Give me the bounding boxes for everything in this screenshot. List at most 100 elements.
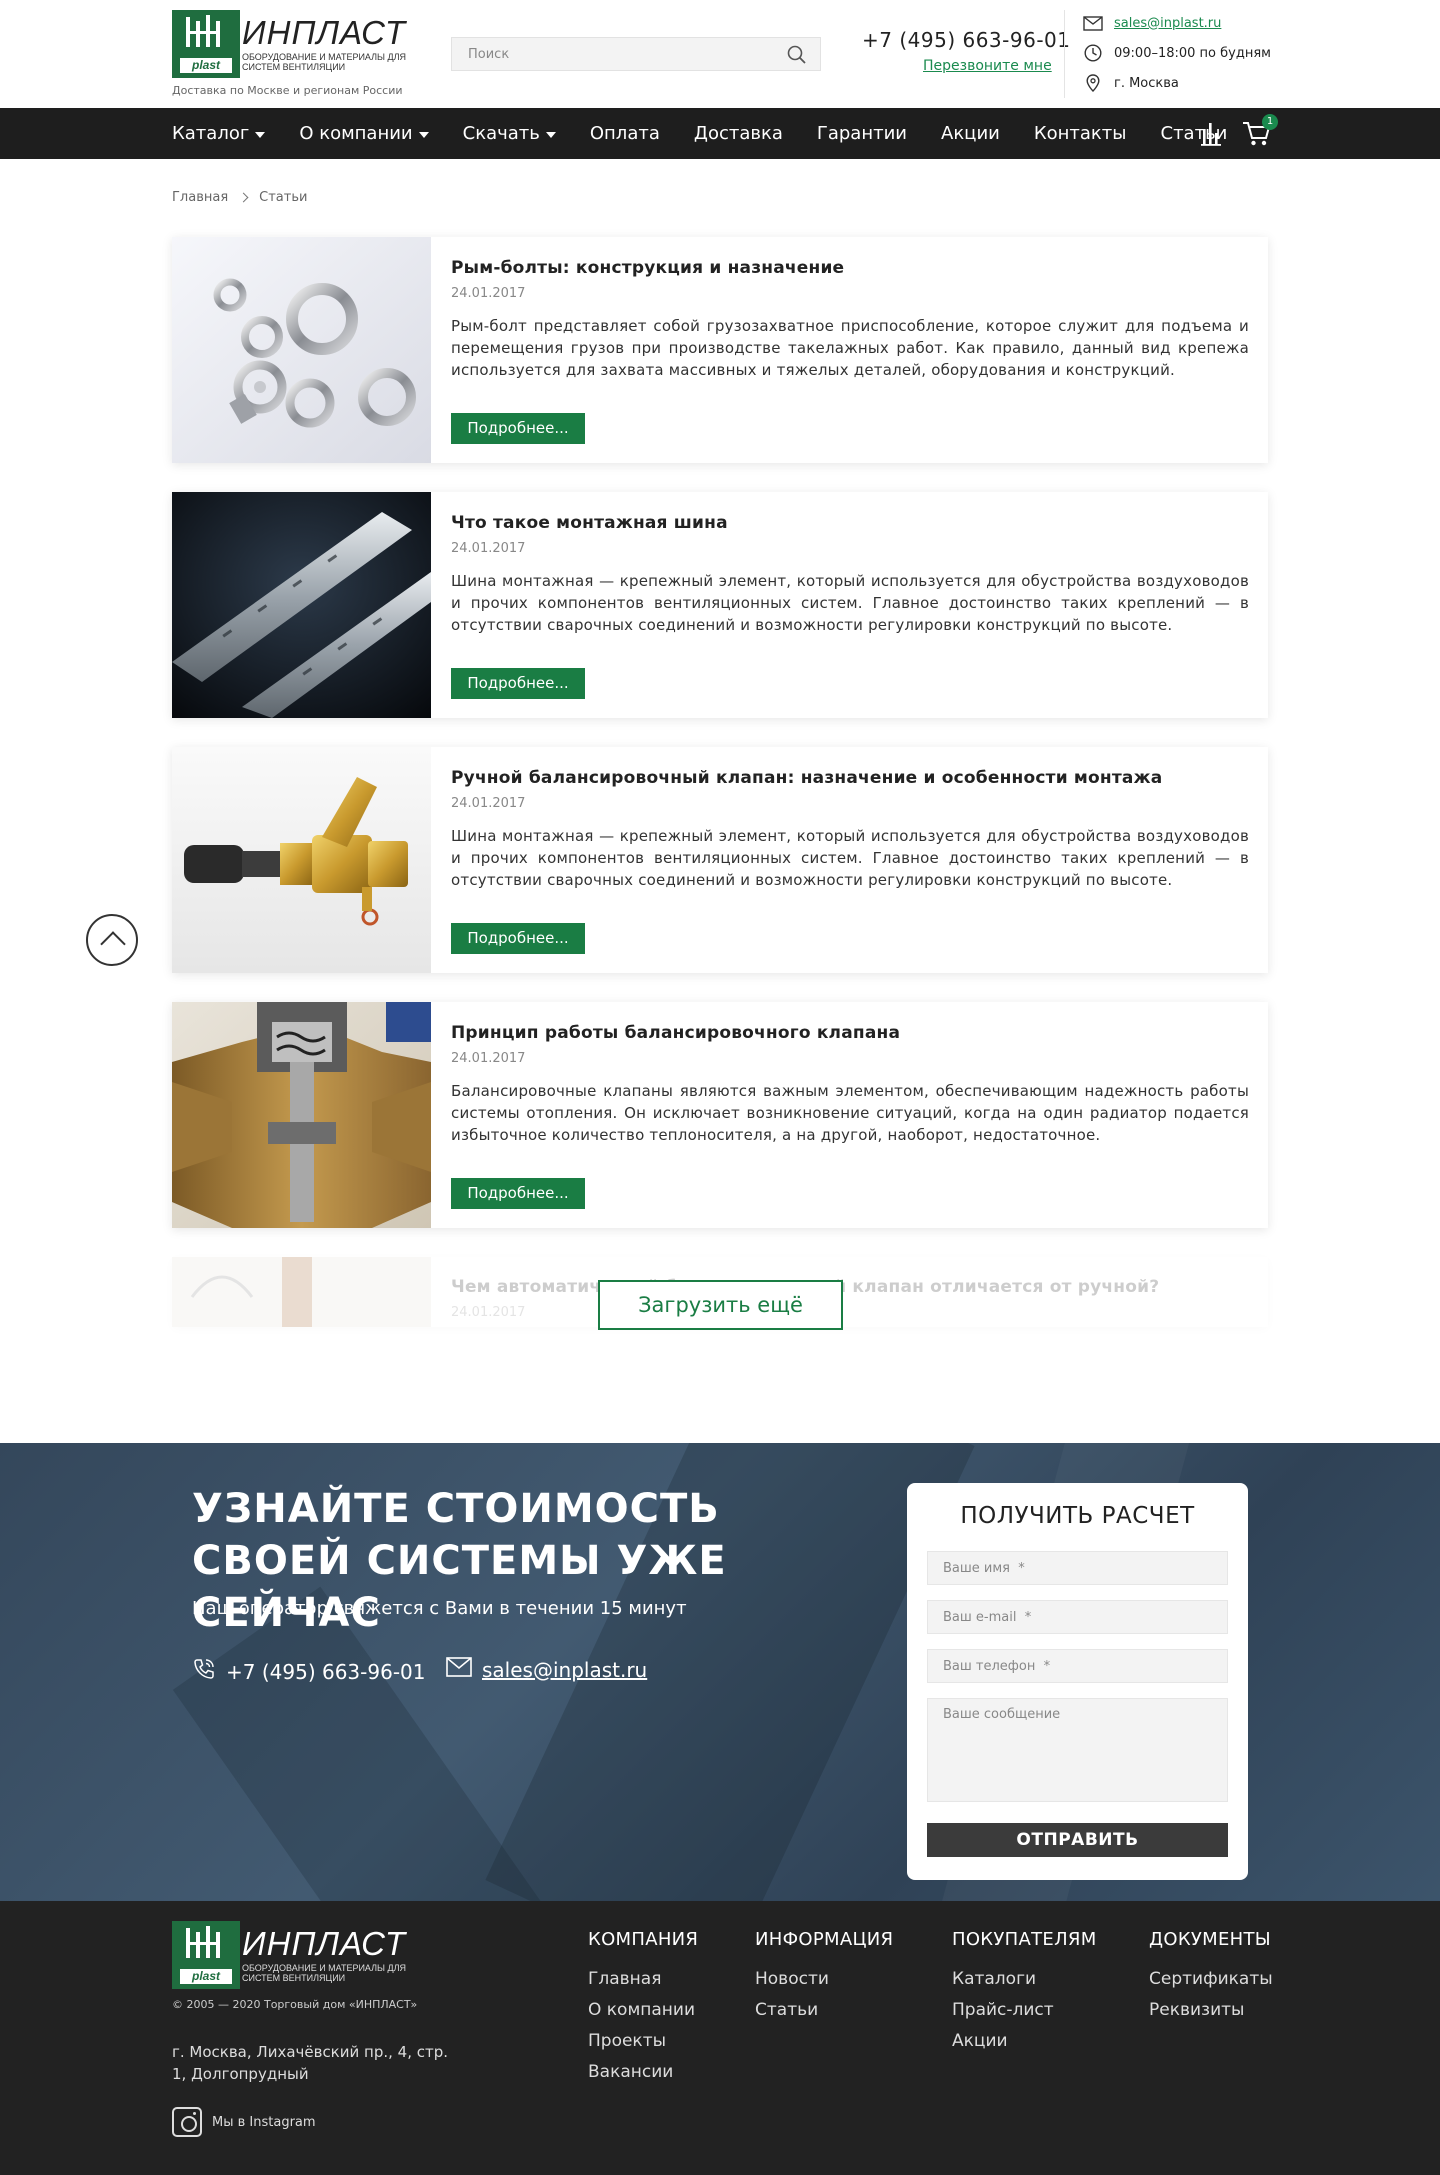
footer-link-certificates[interactable]: Сертификаты	[1149, 1964, 1273, 1995]
logo-subtitle: Оборудование и материалы для систем вент…	[242, 1963, 407, 1983]
article-title[interactable]: Принцип работы балансировочного клапана	[451, 1023, 1249, 1043]
email-field-wrap	[927, 1600, 1228, 1634]
mail-icon	[446, 1657, 482, 1682]
nav-item-label: Скачать	[462, 123, 540, 144]
logo-mark-icon: plast	[172, 1921, 240, 1989]
form-title: ПОЛУЧИТЬ РАСЧЕТ	[960, 1503, 1195, 1529]
nav-menu: Каталог О компании Скачать Оплата Достав…	[172, 108, 1261, 159]
phone-icon	[192, 1657, 226, 1686]
footer-link-articles[interactable]: Статьи	[755, 1995, 893, 2026]
footer-link-news[interactable]: Новости	[755, 1964, 893, 1995]
read-more-button[interactable]: Подробнее...	[451, 668, 585, 699]
chevron-right-icon	[238, 192, 249, 203]
submit-button[interactable]: ОТПРАВИТЬ	[927, 1823, 1228, 1857]
article-date: 24.01.2017	[451, 1051, 526, 1066]
load-more-button[interactable]: Загрузить ещё	[598, 1280, 843, 1330]
article-excerpt: Шина монтажная — крепежный элемент, кото…	[451, 572, 1249, 634]
phone-field-wrap	[927, 1649, 1228, 1683]
header-email-link[interactable]: sales@inplast.ru	[1114, 16, 1221, 31]
header-city-row: г. Москва	[1082, 74, 1179, 92]
phone-field[interactable]	[928, 1650, 1227, 1682]
callback-link[interactable]: Перезвоните мне	[923, 58, 1052, 74]
cta-phone[interactable]: +7 (495) 663-96-01	[226, 1660, 425, 1684]
cta-email-row: sales@inplast.ru	[446, 1657, 647, 1682]
footer-column-title: Покупателям	[952, 1929, 1097, 1950]
nav-item-payment[interactable]: Оплата	[590, 123, 660, 144]
article-excerpt: Балансировочные клапаны являются важным …	[451, 1082, 1249, 1144]
footer-link-catalogs[interactable]: Каталоги	[952, 1964, 1097, 1995]
footer-column-customers: Покупателям Каталоги Прайс-лист Акции	[952, 1929, 1097, 2057]
article-body: Принцип работы балансировочного клапана …	[451, 1023, 1249, 1146]
article-image-valve-cutaway[interactable]	[172, 1002, 431, 1228]
logo-name: ИНПЛАСТ	[242, 1925, 407, 1962]
article-body: Рым-болты: конструкция и назначение 24.0…	[451, 258, 1249, 381]
footer-link-price-list[interactable]: Прайс-лист	[952, 1995, 1097, 2026]
header-hours-row: 09:00–18:00 по будням	[1082, 44, 1271, 62]
name-field-wrap	[927, 1551, 1228, 1585]
breadcrumb: Главная Статьи	[172, 190, 307, 205]
footer-logo[interactable]: plast ИНПЛАСТ Оборудование и материалы д…	[172, 1921, 412, 1989]
nav-item-label: Каталог	[172, 123, 250, 144]
message-field[interactable]	[928, 1699, 1227, 1801]
compare-chart-icon[interactable]	[1200, 121, 1224, 147]
header-city: г. Москва	[1114, 75, 1179, 91]
read-more-button[interactable]: Подробнее...	[451, 413, 585, 444]
article-title[interactable]: Ручной балансировочный клапан: назначени…	[451, 768, 1249, 788]
cta-section: Узнайте стоимость своей системы уже сейч…	[0, 1443, 1440, 1901]
header-email-row: sales@inplast.ru	[1082, 14, 1221, 32]
nav-item-about[interactable]: О компании	[299, 123, 429, 144]
footer-column-documents: Документы Сертификаты Реквизиты	[1149, 1929, 1273, 2026]
logo-subtitle: Оборудование и материалы для систем вент…	[242, 52, 407, 72]
search-icon[interactable]	[786, 45, 808, 65]
cta-email-link[interactable]: sales@inplast.ru	[482, 1658, 647, 1682]
article-date: 24.01.2017	[451, 286, 526, 301]
nav-item-contacts[interactable]: Контакты	[1034, 123, 1127, 144]
footer-link-about[interactable]: О компании	[588, 1995, 698, 2026]
cart-icon[interactable]: 1	[1242, 114, 1278, 148]
footer-link-requisites[interactable]: Реквизиты	[1149, 1995, 1273, 2026]
nav-item-delivery[interactable]: Доставка	[694, 123, 783, 144]
footer-link-vacancies[interactable]: Вакансии	[588, 2057, 698, 2088]
site-header: plast ИНПЛАСТ Оборудование и материалы д…	[0, 0, 1440, 108]
email-field[interactable]	[928, 1601, 1227, 1633]
article-card: Ручной балансировочный клапан: назначени…	[172, 747, 1268, 973]
caret-down-icon	[418, 131, 429, 138]
read-more-button[interactable]: Подробнее...	[451, 923, 585, 954]
article-card: Что такое монтажная шина 24.01.2017 Шина…	[172, 492, 1268, 718]
read-more-button[interactable]: Подробнее...	[451, 1178, 585, 1209]
footer-address: г. Москва, Лихачёвский пр., 4, стр. 1, Д…	[172, 2043, 448, 2083]
name-field[interactable]	[928, 1552, 1227, 1584]
nav-item-promotions[interactable]: Акции	[941, 123, 1000, 144]
nav-item-download[interactable]: Скачать	[463, 123, 556, 144]
nav-item-guarantees[interactable]: Гарантии	[817, 123, 907, 144]
article-body: Что такое монтажная шина 24.01.2017 Шина…	[451, 513, 1249, 636]
quote-request-form: ПОЛУЧИТЬ РАСЧЕТ ОТПРАВИТЬ	[907, 1483, 1248, 1880]
footer-link-projects[interactable]: Проекты	[588, 2026, 698, 2057]
article-date: 24.01.2017	[451, 796, 526, 811]
footer-copyright: © 2005 — 2020 Торговый дом «ИНПЛАСТ»	[172, 1998, 418, 2011]
footer-column-company: Компания Главная О компании Проекты Вака…	[588, 1929, 698, 2088]
article-image-mounting-rail[interactable]	[172, 492, 431, 718]
scroll-to-top-icon[interactable]	[86, 914, 138, 966]
clock-icon	[1082, 44, 1104, 62]
search-input[interactable]	[452, 38, 820, 70]
article-title[interactable]: Что такое монтажная шина	[451, 513, 1249, 533]
nav-item-label: О компании	[299, 123, 413, 144]
article-image-eye-bolts[interactable]	[172, 237, 431, 463]
article-excerpt: Рым-болт представляет собой грузозахватн…	[451, 317, 1249, 379]
article-body: Чем автоматический балансировочный клапа…	[451, 1277, 1249, 1327]
caret-down-icon	[255, 131, 266, 138]
nav-icons: 1	[1200, 114, 1278, 148]
site-logo[interactable]: plast ИНПЛАСТ Оборудование и материалы д…	[172, 10, 412, 78]
article-title[interactable]: Рым-болты: конструкция и назначение	[451, 258, 1249, 278]
instagram-link[interactable]: Мы в Instagram	[172, 2107, 316, 2137]
mail-icon	[1082, 14, 1104, 32]
article-image-balancing-valve[interactable]	[172, 747, 431, 973]
main-nav: Каталог О компании Скачать Оплата Достав…	[0, 108, 1440, 159]
nav-item-catalog[interactable]: Каталог	[172, 123, 266, 144]
header-phone[interactable]: +7 (495) 663-96-01	[862, 28, 1070, 52]
footer-link-promotions[interactable]: Акции	[952, 2026, 1097, 2057]
breadcrumb-home[interactable]: Главная	[172, 190, 228, 205]
logo-mark-icon: plast	[172, 10, 240, 78]
footer-link-home[interactable]: Главная	[588, 1964, 698, 1995]
